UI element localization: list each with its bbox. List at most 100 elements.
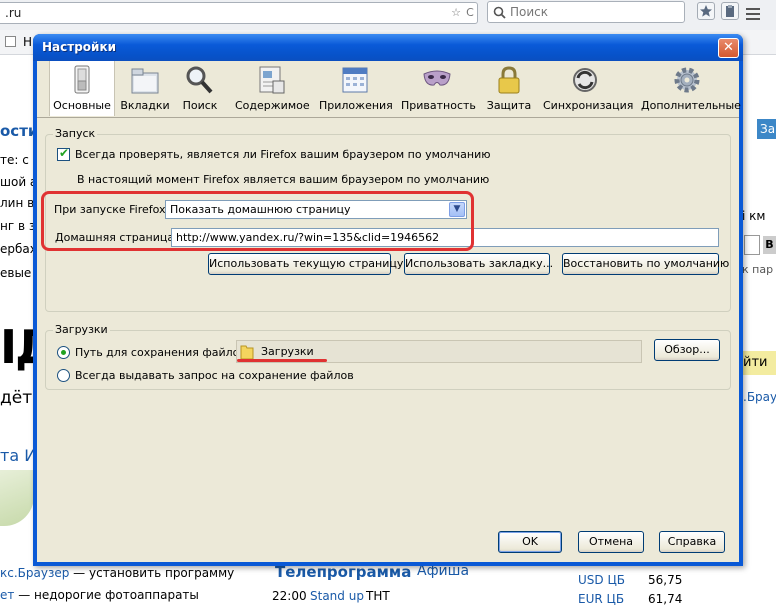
browse-button[interactable]: Обзор... xyxy=(654,339,720,361)
menu-icon-bar xyxy=(746,18,760,20)
search-input[interactable]: Поиск xyxy=(487,1,685,23)
rate-name[interactable]: USD ЦБ xyxy=(578,573,625,587)
bg-line[interactable]: евые xyxy=(0,266,31,280)
dialog-title: Настройки xyxy=(42,40,117,54)
security-lock-icon xyxy=(498,66,520,94)
sync-arrows-icon xyxy=(573,68,597,92)
bg-promo-text: — недорогие фотоаппараты xyxy=(14,588,199,602)
rate-name[interactable]: EUR ЦБ xyxy=(578,592,624,606)
address-bar[interactable]: .ru ☆ C xyxy=(0,2,478,24)
rate-value: 56,75 xyxy=(648,573,683,587)
tab-label: Вкладки xyxy=(120,99,170,112)
always-ask-label[interactable]: Всегда выдавать запрос на сохранение фай… xyxy=(75,369,354,382)
magnifier-icon xyxy=(186,66,213,94)
checkmark-icon: ✔ xyxy=(59,146,70,160)
tab-privacy[interactable]: Приватность xyxy=(401,61,476,116)
ok-button[interactable]: OK xyxy=(498,531,562,553)
bg-right-text: к пар xyxy=(742,263,774,276)
bg-promo-link[interactable]: кс.Браузер xyxy=(0,566,69,580)
tv-time: 22:00 xyxy=(272,589,307,603)
close-button[interactable]: ✕ xyxy=(718,38,739,58)
bg-find-button[interactable]: йти xyxy=(743,351,776,375)
bg-line[interactable]: шой а xyxy=(0,175,37,189)
bg-line[interactable]: те: с xyxy=(0,153,29,167)
tab-tabs[interactable]: Вкладки xyxy=(117,61,173,116)
bookmarks-menu-button[interactable] xyxy=(721,2,739,20)
default-browser-check-label[interactable]: Всегда проверять, является ли Firefox ва… xyxy=(75,148,491,161)
rate-value: 61,74 xyxy=(648,592,683,606)
save-path-label[interactable]: Путь для сохранения файлов xyxy=(75,346,246,359)
bg-promo-link[interactable]: ет xyxy=(0,588,14,602)
default-browser-checkbox[interactable]: ✔ xyxy=(57,146,70,161)
bg-subtitle: дёт xyxy=(0,388,33,408)
search-icon xyxy=(493,6,506,19)
tab-search[interactable]: Поиск xyxy=(175,61,225,116)
bg-login-button[interactable]: За xyxy=(757,119,776,139)
tab-label: Защита xyxy=(486,99,532,112)
tab-label: Поиск xyxy=(182,99,218,112)
bookmark-item[interactable]: Н xyxy=(23,35,32,49)
bg-line[interactable]: лин в xyxy=(0,196,34,210)
bookmark-star-icon[interactable]: ☆ xyxy=(449,6,463,20)
dialog-titlebar[interactable]: Настройки ✕ xyxy=(33,34,743,61)
bg-promo-line: кс.Браузер — установить программу xyxy=(0,566,234,580)
close-icon: ✕ xyxy=(723,40,734,55)
bg-line[interactable]: нг в з xyxy=(0,219,35,233)
always-ask-radio[interactable] xyxy=(57,369,70,382)
folder-icon xyxy=(240,345,254,360)
tab-label: Содержимое xyxy=(235,99,310,112)
tab-label: Синхронизация xyxy=(543,99,634,112)
tab-general[interactable]: Основные xyxy=(49,61,115,116)
tab-label: Основные xyxy=(53,99,111,112)
advanced-gear-icon xyxy=(674,67,700,93)
tab-label: Приватность xyxy=(401,99,476,112)
tab-security[interactable]: Защита xyxy=(481,61,537,116)
help-button[interactable]: Справка xyxy=(659,531,725,553)
bg-right-button[interactable]: В xyxy=(763,236,776,254)
tab-label: Приложения xyxy=(319,99,393,112)
privacy-mask-icon xyxy=(423,70,451,86)
default-browser-status: В настоящий момент Firefox является ваши… xyxy=(77,173,490,186)
restore-default-button[interactable]: Восстановить по умолчанию xyxy=(562,253,729,275)
save-path-value: Загрузки xyxy=(261,345,314,358)
tv-channel: ТНТ xyxy=(366,589,390,603)
tab-applications[interactable]: Приложения xyxy=(319,61,393,116)
content-page-icon xyxy=(259,66,285,94)
star-icon xyxy=(700,5,712,17)
tab-content[interactable]: Содержимое xyxy=(235,61,310,116)
bg-link[interactable]: та И xyxy=(0,446,36,465)
general-switch-icon xyxy=(74,65,90,94)
settings-tabbar: Основные Вкладки Поиск Содержимое Прилож… xyxy=(37,61,741,118)
tv-show[interactable]: Stand up xyxy=(310,589,364,603)
tab-advanced[interactable]: Дополнительные xyxy=(641,61,741,116)
bg-promo-line: ет — недорогие фотоаппараты xyxy=(0,588,199,602)
use-current-page-button[interactable]: Использовать текущую страницу xyxy=(208,253,403,275)
menu-icon-bar xyxy=(746,13,760,15)
cancel-button[interactable]: Отмена xyxy=(578,531,644,553)
radio-selected-dot xyxy=(61,350,66,355)
bg-right-link[interactable]: .Брау xyxy=(743,390,776,404)
tab-label: Дополнительные xyxy=(641,99,741,112)
tabs-folder-icon xyxy=(131,68,159,94)
highlight-annotation xyxy=(41,191,474,251)
tab-sync[interactable]: Синхронизация xyxy=(543,61,634,116)
bg-image xyxy=(0,470,34,526)
bookmarks-star-button[interactable] xyxy=(697,2,715,20)
reload-icon[interactable]: C xyxy=(463,6,477,20)
dialog-client: Основные Вкладки Поиск Содержимое Прилож… xyxy=(37,61,741,562)
bg-right-text: і км xyxy=(742,209,766,223)
bookmark-checkbox[interactable] xyxy=(5,36,16,47)
menu-icon-bar[interactable] xyxy=(746,8,760,10)
search-placeholder: Поиск xyxy=(510,5,549,19)
bg-right-input[interactable] xyxy=(744,235,760,255)
underline-annotation xyxy=(237,359,327,362)
settings-dialog: Настройки ✕ Основные Вкладки Поиск Содер… xyxy=(33,34,743,566)
applications-calendar-icon xyxy=(342,67,368,93)
use-bookmark-button[interactable]: Использовать закладку... xyxy=(404,253,553,275)
address-text: .ru xyxy=(5,6,22,20)
browser-toolbar: .ru ☆ C Поиск xyxy=(0,0,776,31)
save-path-radio[interactable] xyxy=(57,346,70,359)
bg-promo-text: — установить программу xyxy=(69,566,235,580)
downloads-group-title: Загрузки xyxy=(53,323,110,336)
bg-line[interactable]: ербах xyxy=(0,242,37,256)
